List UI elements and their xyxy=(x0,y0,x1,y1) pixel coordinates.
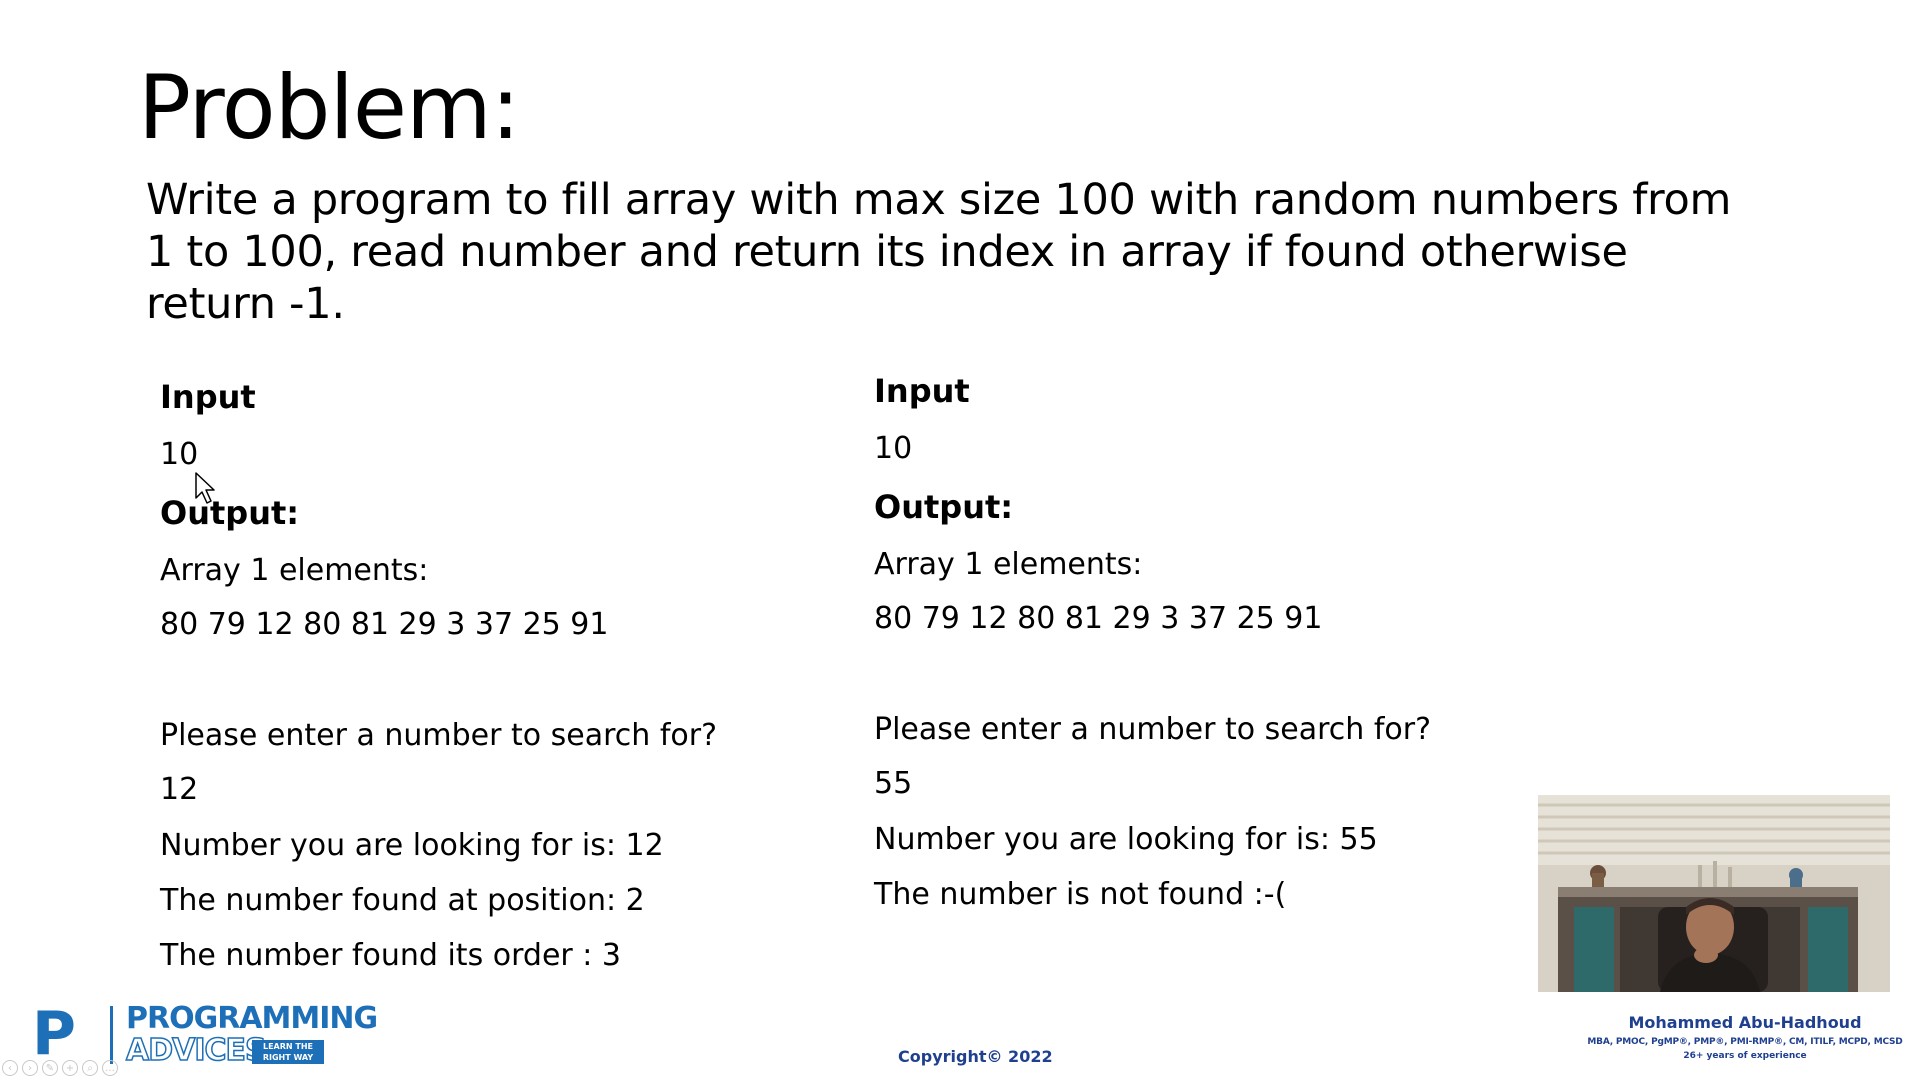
search-icon[interactable]: ⌕ xyxy=(82,1060,98,1076)
found-position-text: The number found at position: 2 xyxy=(160,883,645,918)
slide-title: Problem: xyxy=(138,56,520,159)
output-label: Output: xyxy=(874,488,1014,526)
array-values: 80 79 12 80 81 29 3 37 25 91 xyxy=(874,601,1323,636)
copyright-text: Copyright© 2022 xyxy=(898,1047,1053,1066)
array-label: Array 1 elements: xyxy=(160,553,429,588)
logo-tagline: LEARN THE RIGHT WAY xyxy=(252,1040,324,1064)
logo-text-primary: PROGRAMMING xyxy=(126,1001,378,1036)
pen-icon[interactable]: ✎ xyxy=(42,1060,58,1076)
looking-for-text: Number you are looking for is: 12 xyxy=(160,828,664,863)
looking-for-text: Number you are looking for is: 55 xyxy=(874,822,1378,857)
problem-statement: Write a program to fill array with max s… xyxy=(146,174,1846,330)
back-icon[interactable]: ‹ xyxy=(2,1060,18,1076)
search-value: 12 xyxy=(160,772,199,807)
not-found-text: The number is not found :-( xyxy=(874,877,1287,912)
array-values: 80 79 12 80 81 29 3 37 25 91 xyxy=(160,607,609,642)
presenter-video-frame xyxy=(1538,795,1890,992)
search-prompt: Please enter a number to search for? xyxy=(160,718,718,753)
logo-divider xyxy=(110,1006,113,1064)
input-value: 10 xyxy=(160,437,199,472)
presenter-credentials: MBA, PMOC, PgMP®, PMP®, PMI-RMP®, CM, IT… xyxy=(1587,1037,1903,1047)
input-label: Input xyxy=(874,372,970,410)
presentation-slide: Problem: Write a program to fill array w… xyxy=(0,0,1920,1080)
logo-mark-icon: P xyxy=(32,999,76,1069)
found-order-text: The number found its order : 3 xyxy=(160,938,622,973)
presenter-video xyxy=(1538,795,1890,992)
player-toolbar: ‹ › ✎ + ⌕ … xyxy=(0,1058,170,1078)
presenter-experience: 26+ years of experience xyxy=(1683,1051,1807,1061)
problem-line: 1 to 100, read number and return its ind… xyxy=(146,227,1628,277)
mouse-pointer-icon xyxy=(195,472,215,504)
problem-line: return -1. xyxy=(146,279,345,329)
search-value: 55 xyxy=(874,766,913,801)
input-value: 10 xyxy=(874,431,913,466)
array-label: Array 1 elements: xyxy=(874,547,1143,582)
zoom-icon[interactable]: + xyxy=(62,1060,78,1076)
forward-icon[interactable]: › xyxy=(22,1060,38,1076)
more-icon[interactable]: … xyxy=(102,1060,118,1076)
presenter-info: Mohammed Abu-Hadhoud MBA, PMOC, PgMP®, P… xyxy=(1570,1012,1920,1062)
search-prompt: Please enter a number to search for? xyxy=(874,712,1432,747)
presenter-name: Mohammed Abu-Hadhoud xyxy=(1628,1013,1862,1032)
input-label: Input xyxy=(160,378,256,416)
problem-line: Write a program to fill array with max s… xyxy=(146,175,1732,225)
output-label: Output: xyxy=(160,494,300,532)
logo-tagline-line: LEARN THE xyxy=(262,1042,313,1051)
logo-tagline-line: RIGHT WAY xyxy=(262,1053,314,1062)
